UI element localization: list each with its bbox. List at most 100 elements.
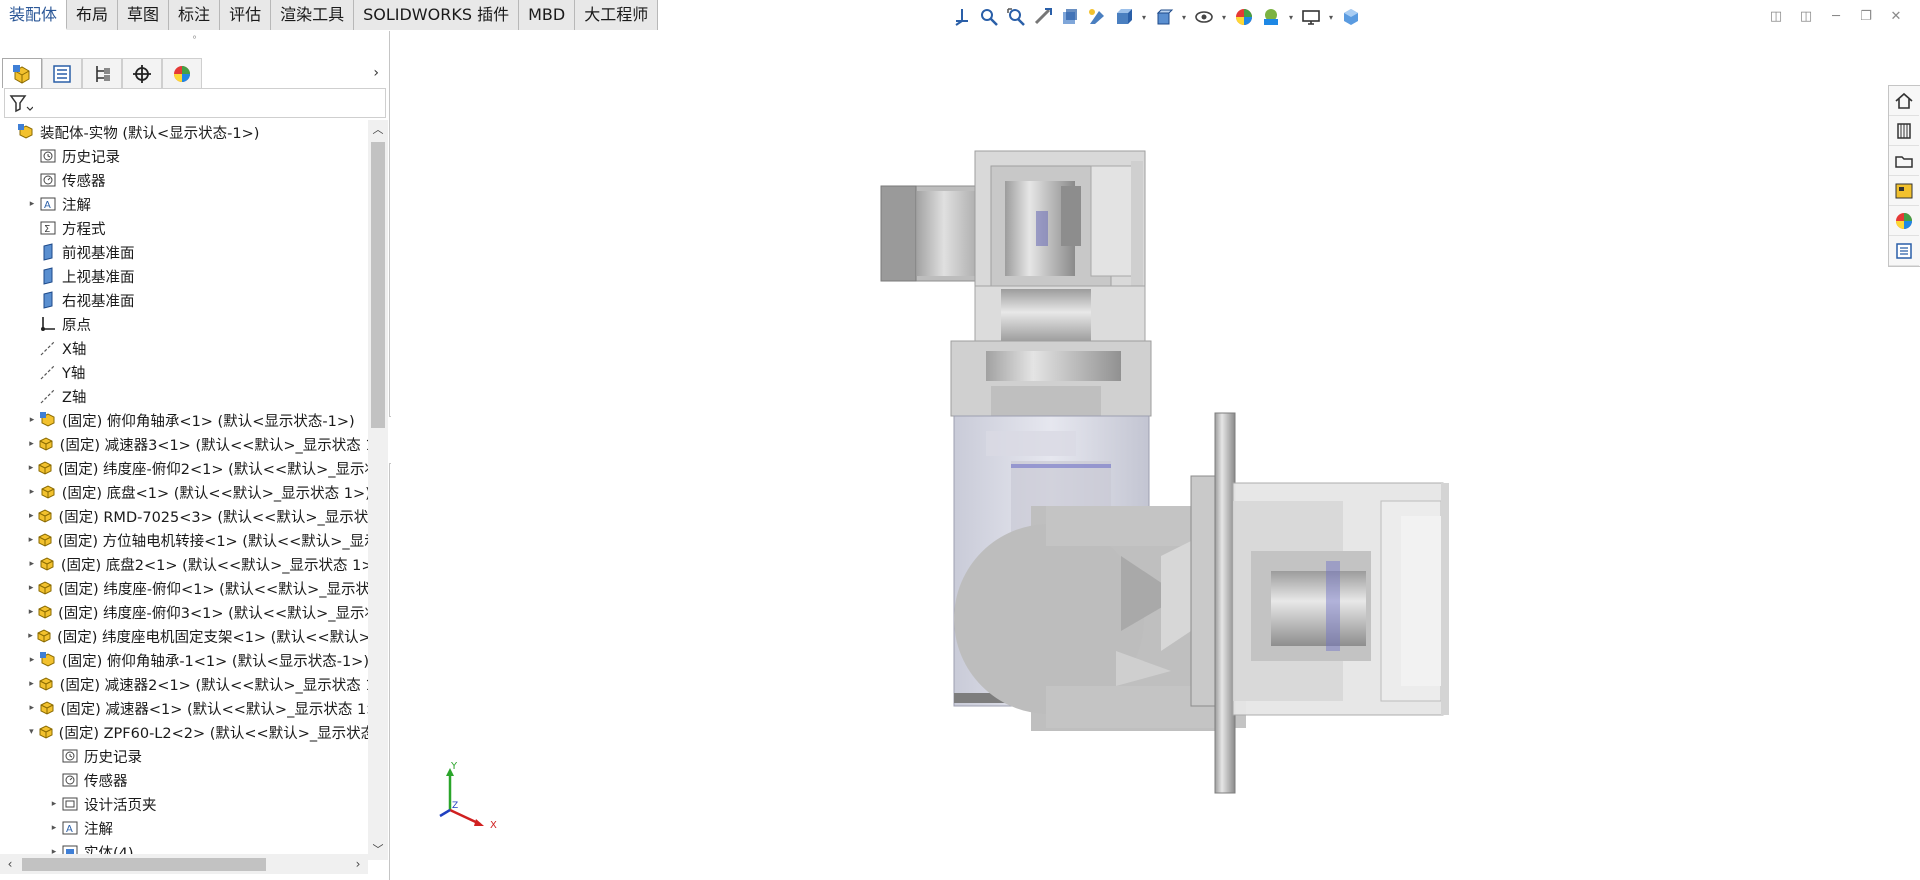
close-icon[interactable]: ✕ bbox=[1886, 6, 1906, 26]
tree-item[interactable]: 历史记录 bbox=[0, 744, 368, 768]
design-library-tab[interactable] bbox=[1889, 116, 1919, 146]
view-settings-dropdown-icon[interactable]: ▾ bbox=[1326, 5, 1336, 29]
scroll-down-icon[interactable]: ﹀ bbox=[368, 840, 388, 860]
expand-toggle-icon[interactable]: ▸ bbox=[26, 487, 38, 497]
file-explorer-tab[interactable] bbox=[1889, 146, 1919, 176]
expand-toggle-icon[interactable]: ▸ bbox=[26, 655, 38, 665]
expand-toggle-icon[interactable]: ▸ bbox=[26, 679, 37, 689]
expand-toggle-icon[interactable]: ▸ bbox=[26, 439, 37, 449]
view-orientation-icon[interactable] bbox=[1112, 5, 1136, 29]
tab-1[interactable]: 布局 bbox=[67, 0, 119, 30]
tree-item[interactable]: ▸ A 注解 bbox=[0, 192, 368, 216]
scroll-left-icon[interactable]: ‹ bbox=[0, 854, 20, 874]
tree-filter[interactable] bbox=[4, 88, 386, 118]
tree-item[interactable]: ▸ (固定) 底盘<1> (默认<<默认>_显示状态 1>) bbox=[0, 480, 368, 504]
graphics-area[interactable]: Y X Z bbox=[391, 31, 1888, 880]
collapse-toggle-icon[interactable]: ▾ bbox=[26, 727, 37, 737]
tree-horizontal-scrollbar[interactable]: ‹ › bbox=[0, 854, 368, 874]
tree-item[interactable]: 历史记录 bbox=[0, 144, 368, 168]
tree-item[interactable]: ▸ (固定) 纬度座-俯仰<1> (默认<<默认>_显示状态 1>) bbox=[0, 576, 368, 600]
tree-item[interactable]: 原点 bbox=[0, 312, 368, 336]
previous-view-icon[interactable] bbox=[1031, 5, 1055, 29]
tree-vertical-scrollbar[interactable]: ︿ ﹀ bbox=[368, 120, 388, 860]
tree-item[interactable]: ▸ (固定) 纬度座-俯仰2<1> (默认<<默认>_显示状态 1>) bbox=[0, 456, 368, 480]
dynamic-annotation-icon[interactable] bbox=[1085, 5, 1109, 29]
apply-scene-dropdown-icon[interactable]: ▾ bbox=[1286, 5, 1296, 29]
expand-toggle-icon[interactable]: ▸ bbox=[48, 823, 60, 833]
tree-item[interactable]: ▸ (固定) 底盘2<1> (默认<<默认>_显示状态 1>) bbox=[0, 552, 368, 576]
tree-item[interactable]: 传感器 bbox=[0, 168, 368, 192]
zoom-to-fit-icon[interactable] bbox=[977, 5, 1001, 29]
scroll-up-icon[interactable]: ︿ bbox=[368, 120, 388, 140]
apply-scene-icon[interactable] bbox=[1259, 5, 1283, 29]
expand-toggle-icon[interactable]: ▸ bbox=[26, 607, 36, 617]
view-palette-tab[interactable] bbox=[1889, 176, 1919, 206]
more-tabs-chevron-icon[interactable]: › bbox=[373, 65, 379, 81]
tab-3[interactable]: 标注 bbox=[169, 0, 221, 30]
edit-appearance-icon[interactable] bbox=[1232, 5, 1256, 29]
view-settings-icon[interactable] bbox=[1299, 5, 1323, 29]
expand-toggle-icon[interactable]: ▸ bbox=[26, 631, 35, 641]
tree-item[interactable]: ▸ (固定) 减速器<1> (默认<<默认>_显示状态 1>) bbox=[0, 696, 368, 720]
appearances-tab[interactable] bbox=[1889, 206, 1919, 236]
tree-item[interactable]: ▸ (固定) 纬度座-俯仰3<1> (默认<<默认>_显示状态 1>) bbox=[0, 600, 368, 624]
display-manager-tab[interactable] bbox=[162, 58, 202, 88]
tab-5[interactable]: 渲染工具 bbox=[271, 0, 355, 30]
scroll-thumb-horizontal[interactable] bbox=[22, 858, 266, 871]
scroll-right-icon[interactable]: › bbox=[348, 854, 368, 874]
tree-item[interactable]: Z轴 bbox=[0, 384, 368, 408]
tab-0[interactable]: 装配体 bbox=[0, 0, 68, 30]
dock-left-icon[interactable]: ◫ bbox=[1766, 6, 1786, 26]
zoom-to-area-icon[interactable] bbox=[1004, 5, 1028, 29]
restore-icon[interactable]: ❐ bbox=[1856, 6, 1876, 26]
tab-4[interactable]: 评估 bbox=[220, 0, 272, 30]
tree-item[interactable]: 右视基准面 bbox=[0, 288, 368, 312]
tab-7[interactable]: MBD bbox=[519, 0, 576, 30]
expand-toggle-icon[interactable]: ▸ bbox=[26, 559, 38, 569]
tab-2[interactable]: 草图 bbox=[118, 0, 170, 30]
section-view-icon[interactable] bbox=[1058, 5, 1082, 29]
tree-item[interactable]: 前视基准面 bbox=[0, 240, 368, 264]
expand-toggle-icon[interactable]: ▸ bbox=[26, 199, 38, 209]
display-style-dropdown-icon[interactable]: ▾ bbox=[1179, 5, 1189, 29]
orientation-triad-icon[interactable] bbox=[950, 5, 974, 29]
expand-toggle-icon[interactable]: ▸ bbox=[26, 463, 36, 473]
expand-toggle-icon[interactable]: ▸ bbox=[26, 511, 36, 521]
expand-toggle-icon[interactable]: ▸ bbox=[26, 703, 37, 713]
expand-toggle-icon[interactable]: ▸ bbox=[26, 535, 36, 545]
expand-toggle-icon[interactable]: ▸ bbox=[26, 583, 36, 593]
feature-manager-tab[interactable] bbox=[2, 58, 42, 88]
custom-properties-tab[interactable] bbox=[1889, 236, 1919, 266]
tree-item[interactable]: ▸ (固定) 减速器2<1> (默认<<默认>_显示状态 1>) bbox=[0, 672, 368, 696]
tree-item[interactable]: Σ 方程式 bbox=[0, 216, 368, 240]
tree-item[interactable]: ▸ (固定) 方位轴电机转接<1> (默认<<默认>_显示状态 1>) bbox=[0, 528, 368, 552]
tree-item[interactable]: ▸ (固定) 减速器3<1> (默认<<默认>_显示状态 1>) bbox=[0, 432, 368, 456]
tree-item[interactable]: ▸ (固定) RMD-7025<3> (默认<<默认>_显示状态 1>) bbox=[0, 504, 368, 528]
tree-item[interactable]: X轴 bbox=[0, 336, 368, 360]
solidworks-resources-tab[interactable] bbox=[1889, 86, 1919, 116]
tree-item[interactable]: 上视基准面 bbox=[0, 264, 368, 288]
tab-8[interactable]: 大工程师 bbox=[575, 0, 659, 30]
tree-item[interactable]: 装配体-实物 (默认<显示状态-1>) bbox=[0, 120, 368, 144]
hide-show-items-icon[interactable] bbox=[1192, 5, 1216, 29]
tree-item[interactable]: ▸ (固定) 俯仰角轴承-1<1> (默认<显示状态-1>) bbox=[0, 648, 368, 672]
expand-toggle-icon[interactable]: ▸ bbox=[48, 799, 60, 809]
dock-right-icon[interactable]: ◫ bbox=[1796, 6, 1816, 26]
property-manager-tab[interactable] bbox=[42, 58, 82, 88]
expand-toggle-icon[interactable]: ▸ bbox=[26, 415, 38, 425]
panel-grip[interactable]: ° bbox=[0, 31, 389, 51]
tree-item[interactable]: 传感器 bbox=[0, 768, 368, 792]
tab-6[interactable]: SOLIDWORKS 插件 bbox=[354, 0, 520, 30]
dimxpert-manager-tab[interactable] bbox=[122, 58, 162, 88]
3d-view-icon[interactable] bbox=[1339, 5, 1363, 29]
hide-show-dropdown-icon[interactable]: ▾ bbox=[1219, 5, 1229, 29]
view-orientation-dropdown-icon[interactable]: ▾ bbox=[1139, 5, 1149, 29]
tree-item[interactable]: ▸ (固定) 纬度座电机固定支架<1> (默认<<默认>_显示状态 1>) bbox=[0, 624, 368, 648]
tree-item[interactable]: ▸ A 注解 bbox=[0, 816, 368, 840]
scroll-thumb[interactable] bbox=[371, 142, 385, 428]
tree-item[interactable]: ▾ (固定) ZPF60-L2<2> (默认<<默认>_显示状态 1>) bbox=[0, 720, 368, 744]
configuration-manager-tab[interactable] bbox=[82, 58, 122, 88]
display-style-icon[interactable] bbox=[1152, 5, 1176, 29]
tree-item[interactable]: Y轴 bbox=[0, 360, 368, 384]
tree-item[interactable]: ▸ 设计活页夹 bbox=[0, 792, 368, 816]
